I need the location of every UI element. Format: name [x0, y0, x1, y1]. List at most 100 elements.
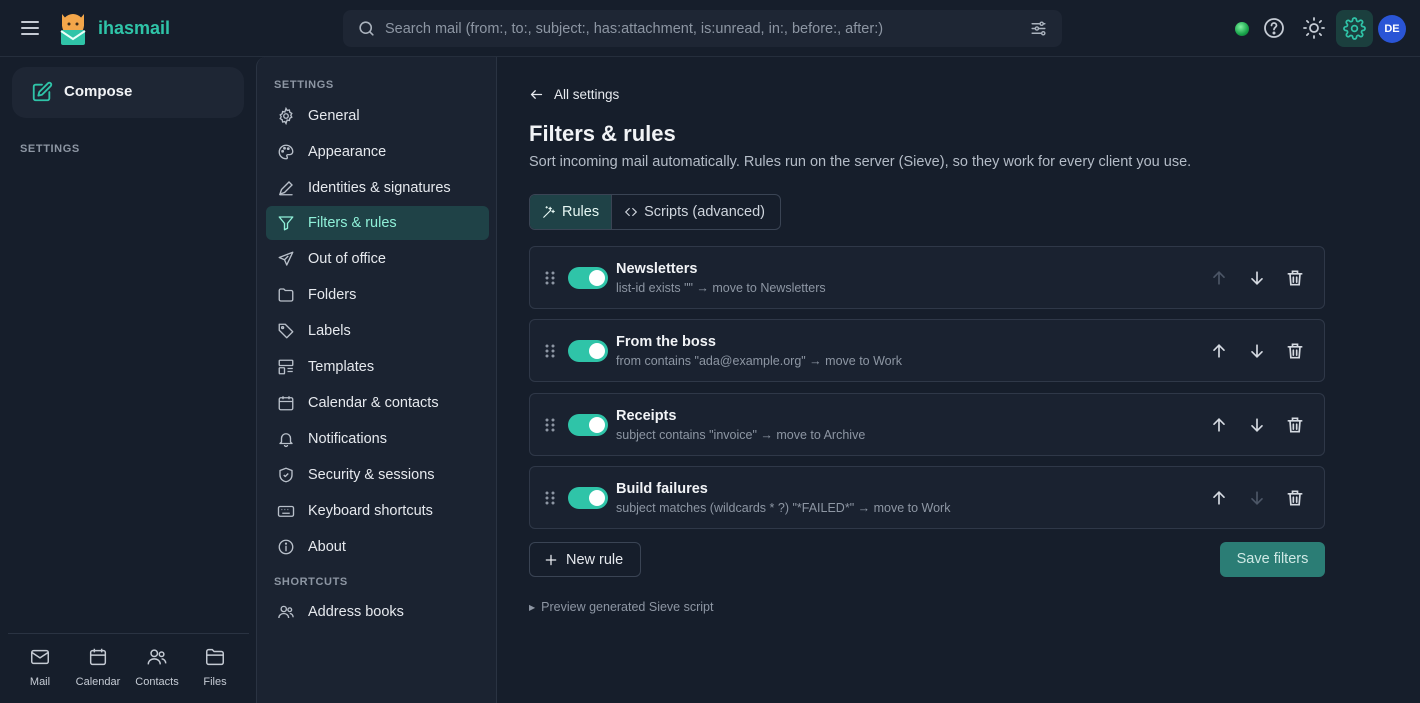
shortcuts-heading: SHORTCUTS: [274, 576, 348, 588]
tab-contacts[interactable]: Contacts: [128, 646, 186, 688]
rule-description: list-id exists "" → move to Newsletters: [616, 281, 826, 295]
tag-icon: [278, 323, 294, 339]
back-to-all-settings[interactable]: All settings: [529, 87, 619, 102]
rule-enabled-toggle[interactable]: [568, 340, 608, 362]
search-options-icon[interactable]: [1029, 19, 1048, 38]
settings-item-label: Templates: [308, 359, 375, 375]
settings-item-filters[interactable]: Filters & rules: [266, 206, 489, 240]
brand-name: ihasmail: [98, 18, 171, 38]
help-icon[interactable]: [1262, 16, 1286, 40]
move-up-icon[interactable]: [1209, 488, 1229, 508]
move-up-icon[interactable]: [1209, 415, 1229, 435]
tab-files-label: Files: [203, 676, 227, 688]
move-down-icon[interactable]: [1247, 415, 1267, 435]
settings-item-about[interactable]: About: [266, 530, 489, 564]
cat-logo-icon: [58, 10, 88, 46]
menu-icon[interactable]: [18, 16, 42, 40]
settings-item-label: Folders: [308, 287, 357, 303]
trash-icon[interactable]: [1285, 341, 1305, 361]
search-input[interactable]: Search mail (from:, to:, subject:, has:a…: [385, 21, 883, 37]
template-icon: [278, 359, 294, 375]
rule-row: Receipts subject contains "invoice" → mo…: [529, 393, 1325, 456]
main-content: All settings Filters & rules Sort incomi…: [497, 57, 1420, 703]
rule-enabled-toggle[interactable]: [568, 414, 608, 436]
compose-icon: [32, 81, 53, 102]
page-description: Sort incoming mail automatically. Rules …: [529, 154, 1192, 170]
drag-handle-icon[interactable]: [544, 270, 556, 286]
tab-files[interactable]: Files: [186, 646, 244, 688]
settings-item-identities[interactable]: Identities & signatures: [266, 171, 489, 205]
search-bar[interactable]: Search mail (from:, to:, subject:, has:a…: [343, 10, 1062, 47]
settings-item-labels[interactable]: Labels: [266, 314, 489, 348]
calendar-icon: [89, 648, 107, 666]
mode-tabs: Rules Scripts (advanced): [529, 194, 781, 230]
magic-wand-icon: [543, 206, 555, 218]
settings-item-out-of-office[interactable]: Out of office: [266, 242, 489, 276]
pen-icon: [278, 181, 293, 196]
trash-icon[interactable]: [1285, 415, 1305, 435]
settings-item-label: Out of office: [308, 251, 386, 267]
tab-mail[interactable]: Mail: [11, 646, 69, 688]
settings-item-label: Keyboard shortcuts: [308, 503, 433, 519]
keyboard-icon: [277, 505, 295, 517]
move-down-icon[interactable]: [1247, 268, 1267, 288]
settings-item-keyboard[interactable]: Keyboard shortcuts: [266, 494, 489, 528]
settings-item-general[interactable]: General: [266, 99, 489, 133]
tab-scripts[interactable]: Scripts (advanced): [612, 195, 777, 229]
disclosure-triangle-icon: ▶: [529, 602, 536, 612]
settings-item-label: Appearance: [308, 144, 387, 160]
settings-item-label: Calendar & contacts: [308, 395, 439, 411]
drag-handle-icon[interactable]: [544, 343, 556, 359]
gear-icon: [1343, 17, 1366, 40]
rule-enabled-toggle[interactable]: [568, 267, 608, 289]
arrow-left-icon: [530, 90, 543, 99]
save-filters-button[interactable]: Save filters: [1220, 542, 1325, 577]
tab-calendar[interactable]: Calendar: [69, 646, 127, 688]
avatar[interactable]: DE: [1378, 15, 1406, 43]
rule-description: subject matches (wildcards * ?) "*FAILED…: [616, 501, 951, 515]
settings-item-label: General: [308, 108, 360, 124]
code-icon: [625, 207, 638, 217]
theme-toggle-icon[interactable]: [1302, 16, 1326, 40]
bell-icon: [279, 433, 293, 448]
drag-handle-icon[interactable]: [544, 490, 556, 506]
tab-mail-label: Mail: [29, 676, 51, 688]
settings-item-security[interactable]: Security & sessions: [266, 458, 489, 492]
left-nav-section-label: SETTINGS: [20, 143, 80, 155]
drag-handle-icon[interactable]: [544, 417, 556, 433]
move-up-icon[interactable]: [1209, 341, 1229, 361]
move-up-icon[interactable]: [1209, 268, 1229, 288]
rule-description: subject contains "invoice" → move to Arc…: [616, 428, 866, 442]
move-down-icon[interactable]: [1247, 488, 1267, 508]
shield-icon: [279, 467, 293, 483]
settings-item-calendar-contacts[interactable]: Calendar & contacts: [266, 386, 489, 420]
settings-item-appearance[interactable]: Appearance: [266, 135, 489, 169]
new-rule-button[interactable]: New rule: [529, 542, 641, 577]
filter-icon: [278, 216, 294, 231]
settings-item-label: About: [308, 539, 346, 555]
settings-nav: SETTINGS General Appearance Identities &…: [256, 57, 497, 703]
compose-button[interactable]: Compose: [12, 67, 244, 118]
settings-heading: SETTINGS: [274, 79, 334, 91]
trash-icon[interactable]: [1285, 488, 1305, 508]
rule-description: from contains "ada@example.org" → move t…: [616, 354, 903, 368]
settings-button[interactable]: [1336, 10, 1373, 47]
plus-icon: [545, 554, 557, 565]
rule-enabled-toggle[interactable]: [568, 487, 608, 509]
settings-item-notifications[interactable]: Notifications: [266, 422, 489, 456]
rule-row: Build failures subject matches (wildcard…: [529, 466, 1325, 529]
settings-item-label: Labels: [308, 323, 351, 339]
trash-icon[interactable]: [1285, 268, 1305, 288]
preview-sieve-toggle[interactable]: ▶ Preview generated Sieve script: [529, 600, 713, 614]
search-icon: [357, 19, 376, 38]
settings-item-folders[interactable]: Folders: [266, 278, 489, 312]
settings-item-label: Notifications: [308, 431, 387, 447]
settings-item-address-books[interactable]: Address books: [266, 595, 489, 629]
plane-icon: [278, 251, 294, 266]
tab-calendar-label: Calendar: [75, 676, 121, 688]
tab-rules[interactable]: Rules: [530, 195, 613, 229]
info-icon: [278, 539, 294, 555]
back-label: All settings: [554, 87, 620, 102]
settings-item-templates[interactable]: Templates: [266, 350, 489, 384]
move-down-icon[interactable]: [1247, 341, 1267, 361]
